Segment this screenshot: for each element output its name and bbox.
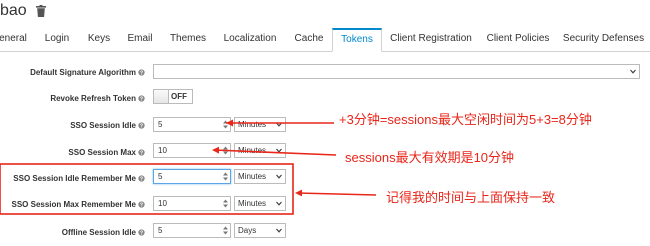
default-signature-algorithm-select[interactable] (153, 64, 640, 79)
sso-max-remember-me-label: SSO Session Max Remember Me? (11, 200, 145, 209)
chevron-down-icon (276, 174, 282, 179)
toggle-state: OFF (171, 92, 187, 101)
sso-session-idle-input[interactable]: 5 (153, 117, 231, 132)
arrowhead-icon (295, 189, 302, 197)
help-icon[interactable]: ? (138, 175, 145, 182)
tab-security-defenses[interactable]: Security Defenses (557, 28, 650, 51)
sso-max-remember-me-unit-select[interactable]: Minutes (234, 196, 286, 211)
svg-text:?: ? (140, 231, 143, 236)
svg-text:?: ? (140, 97, 143, 102)
toggle-knob (154, 90, 169, 103)
annotation-note-idle: +3分钟=sessions最大空闲时间为5+3=8分钟 (339, 112, 592, 127)
tab-tokens[interactable]: Tokens (332, 28, 382, 52)
spinner-icon[interactable] (222, 145, 229, 156)
sso-idle-remember-me-input[interactable]: 5 (153, 169, 231, 184)
help-icon[interactable]: ? (138, 201, 145, 208)
svg-text:?: ? (140, 177, 143, 182)
sso-session-max-label: SSO Session Max? (68, 148, 145, 157)
spinner-icon[interactable] (222, 225, 229, 236)
revoke-refresh-token-label: Revoke Refresh Token? (50, 94, 145, 103)
trash-icon[interactable] (36, 5, 46, 17)
help-icon[interactable]: ? (138, 122, 145, 129)
help-icon[interactable]: ? (138, 229, 145, 236)
offline-session-idle-input[interactable]: 5 (153, 223, 231, 238)
tab-themes[interactable]: Themes (162, 28, 214, 51)
tab-bar: eneral Login Keys Email Themes Localizat… (0, 28, 650, 52)
tab-login[interactable]: Login (37, 28, 77, 51)
sso-session-idle-label: SSO Session Idle? (70, 121, 145, 130)
sso-session-idle-unit-select[interactable]: Minutes (234, 117, 286, 132)
sso-session-max-unit-select[interactable]: Minutes (234, 143, 286, 158)
chevron-down-icon (276, 122, 282, 127)
realm-title: bao (0, 2, 27, 19)
annotation-note-remember-me: 记得我的时间与上面保持一致 (386, 190, 556, 205)
help-icon[interactable]: ? (138, 69, 145, 76)
chevron-down-icon (630, 69, 636, 74)
sso-idle-remember-me-label: SSO Session Idle Remember Me? (13, 174, 145, 183)
svg-text:?: ? (140, 71, 143, 76)
help-icon[interactable]: ? (138, 149, 145, 156)
tab-general[interactable]: eneral (0, 28, 32, 51)
sso-max-remember-me-input[interactable]: 10 (153, 196, 231, 211)
svg-text:?: ? (140, 151, 143, 156)
offline-session-idle-unit-select[interactable]: Days (234, 223, 286, 238)
tab-cache[interactable]: Cache (288, 28, 330, 51)
spinner-icon[interactable] (222, 171, 229, 182)
default-signature-algorithm-label: Default Signature Algorithm? (30, 68, 145, 77)
tab-client-policies[interactable]: Client Policies (481, 28, 555, 51)
help-icon[interactable]: ? (138, 95, 145, 102)
annotation-note-max: sessions最大有效期是10分钟 (345, 150, 515, 165)
svg-text:?: ? (140, 203, 143, 208)
tab-localization[interactable]: Localization (215, 28, 285, 51)
tab-client-registration[interactable]: Client Registration (383, 28, 479, 51)
revoke-refresh-token-toggle[interactable]: OFF (153, 89, 193, 104)
offline-session-idle-label: Offline Session Idle? (61, 228, 145, 237)
tab-keys[interactable]: Keys (80, 28, 118, 51)
chevron-down-icon (276, 148, 282, 153)
chevron-down-icon (276, 228, 282, 233)
chevron-down-icon (276, 201, 282, 206)
spinner-icon[interactable] (222, 198, 229, 209)
sso-idle-remember-me-unit-select[interactable]: Minutes (234, 169, 286, 184)
sso-session-max-input[interactable]: 10 (153, 143, 231, 158)
svg-text:?: ? (140, 124, 143, 129)
tab-email[interactable]: Email (120, 28, 160, 51)
annotation-arrow (296, 192, 377, 196)
spinner-icon[interactable] (222, 119, 229, 130)
